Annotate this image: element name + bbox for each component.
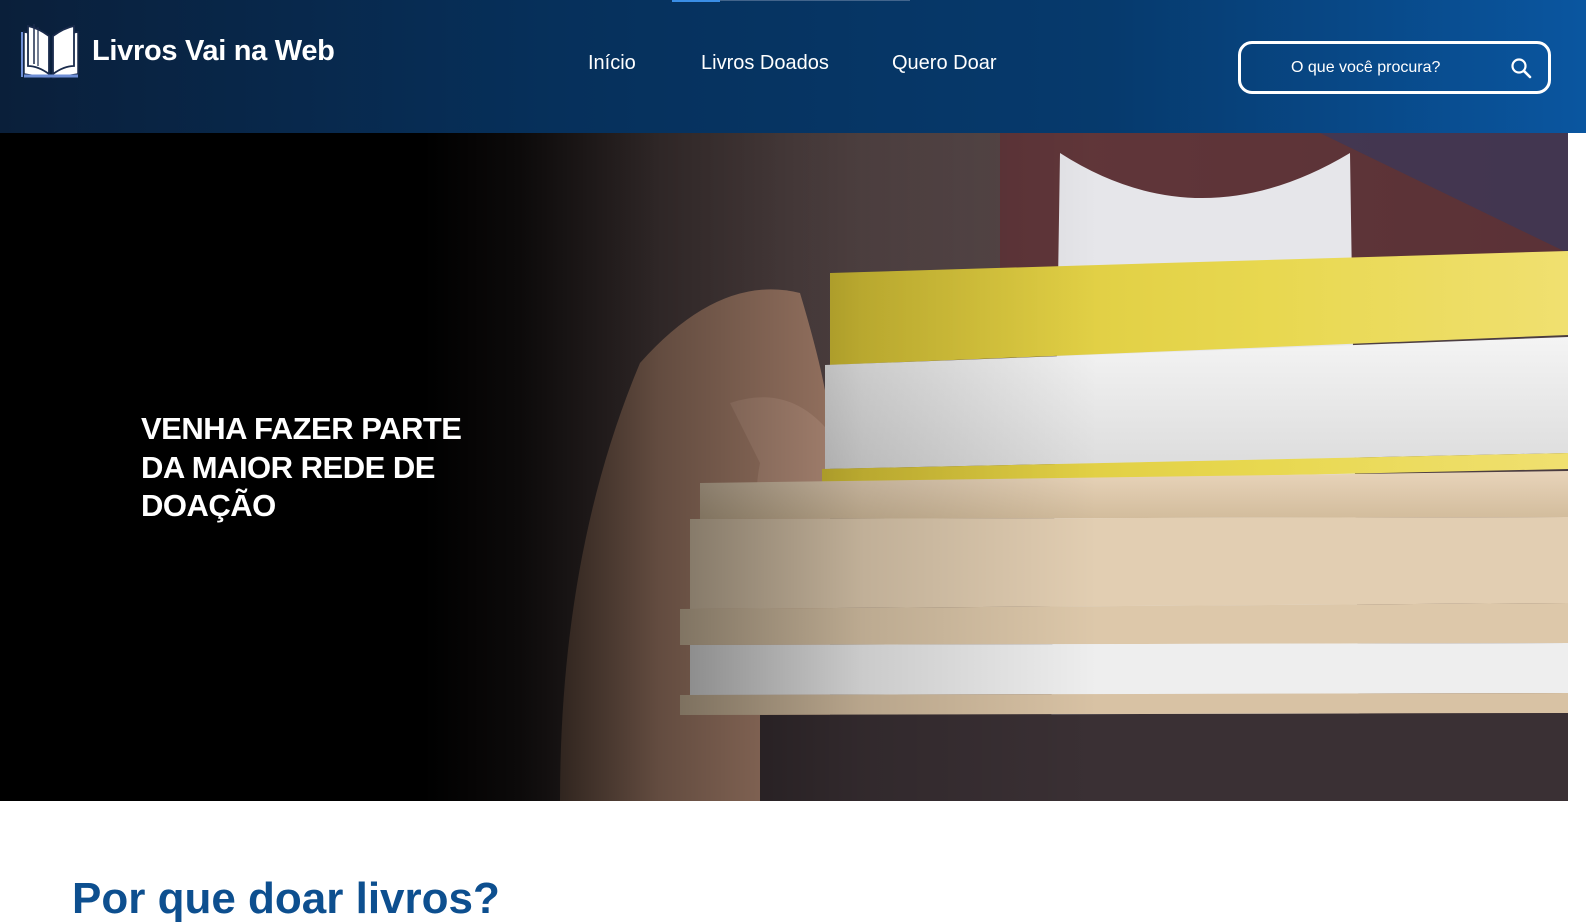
hero-banner: VENHA FAZER PARTE DA MAIOR REDE DE DOAÇÃ… <box>0 133 1568 801</box>
search-input[interactable] <box>1291 57 1501 79</box>
nav-link-quero-doar[interactable]: Quero Doar <box>892 52 997 75</box>
section-heading: Por que doar livros? <box>72 874 500 923</box>
site-header: Livros Vai na Web Início Livros Doados Q… <box>0 0 1586 133</box>
brand[interactable]: Livros Vai na Web <box>20 20 335 82</box>
hero-title: VENHA FAZER PARTE DA MAIOR REDE DE DOAÇÃ… <box>141 411 462 523</box>
nav-top-line <box>720 0 910 1</box>
search-box <box>1238 41 1551 94</box>
page-scrollbar-area <box>1568 133 1586 900</box>
brand-name: Livros Vai na Web <box>92 34 335 67</box>
open-book-icon <box>21 24 79 79</box>
nav-link-livros-doados[interactable]: Livros Doados <box>701 52 829 75</box>
active-nav-indicator <box>672 0 720 2</box>
search-icon[interactable] <box>1510 57 1532 79</box>
nav-link-inicio[interactable]: Início <box>588 52 636 75</box>
